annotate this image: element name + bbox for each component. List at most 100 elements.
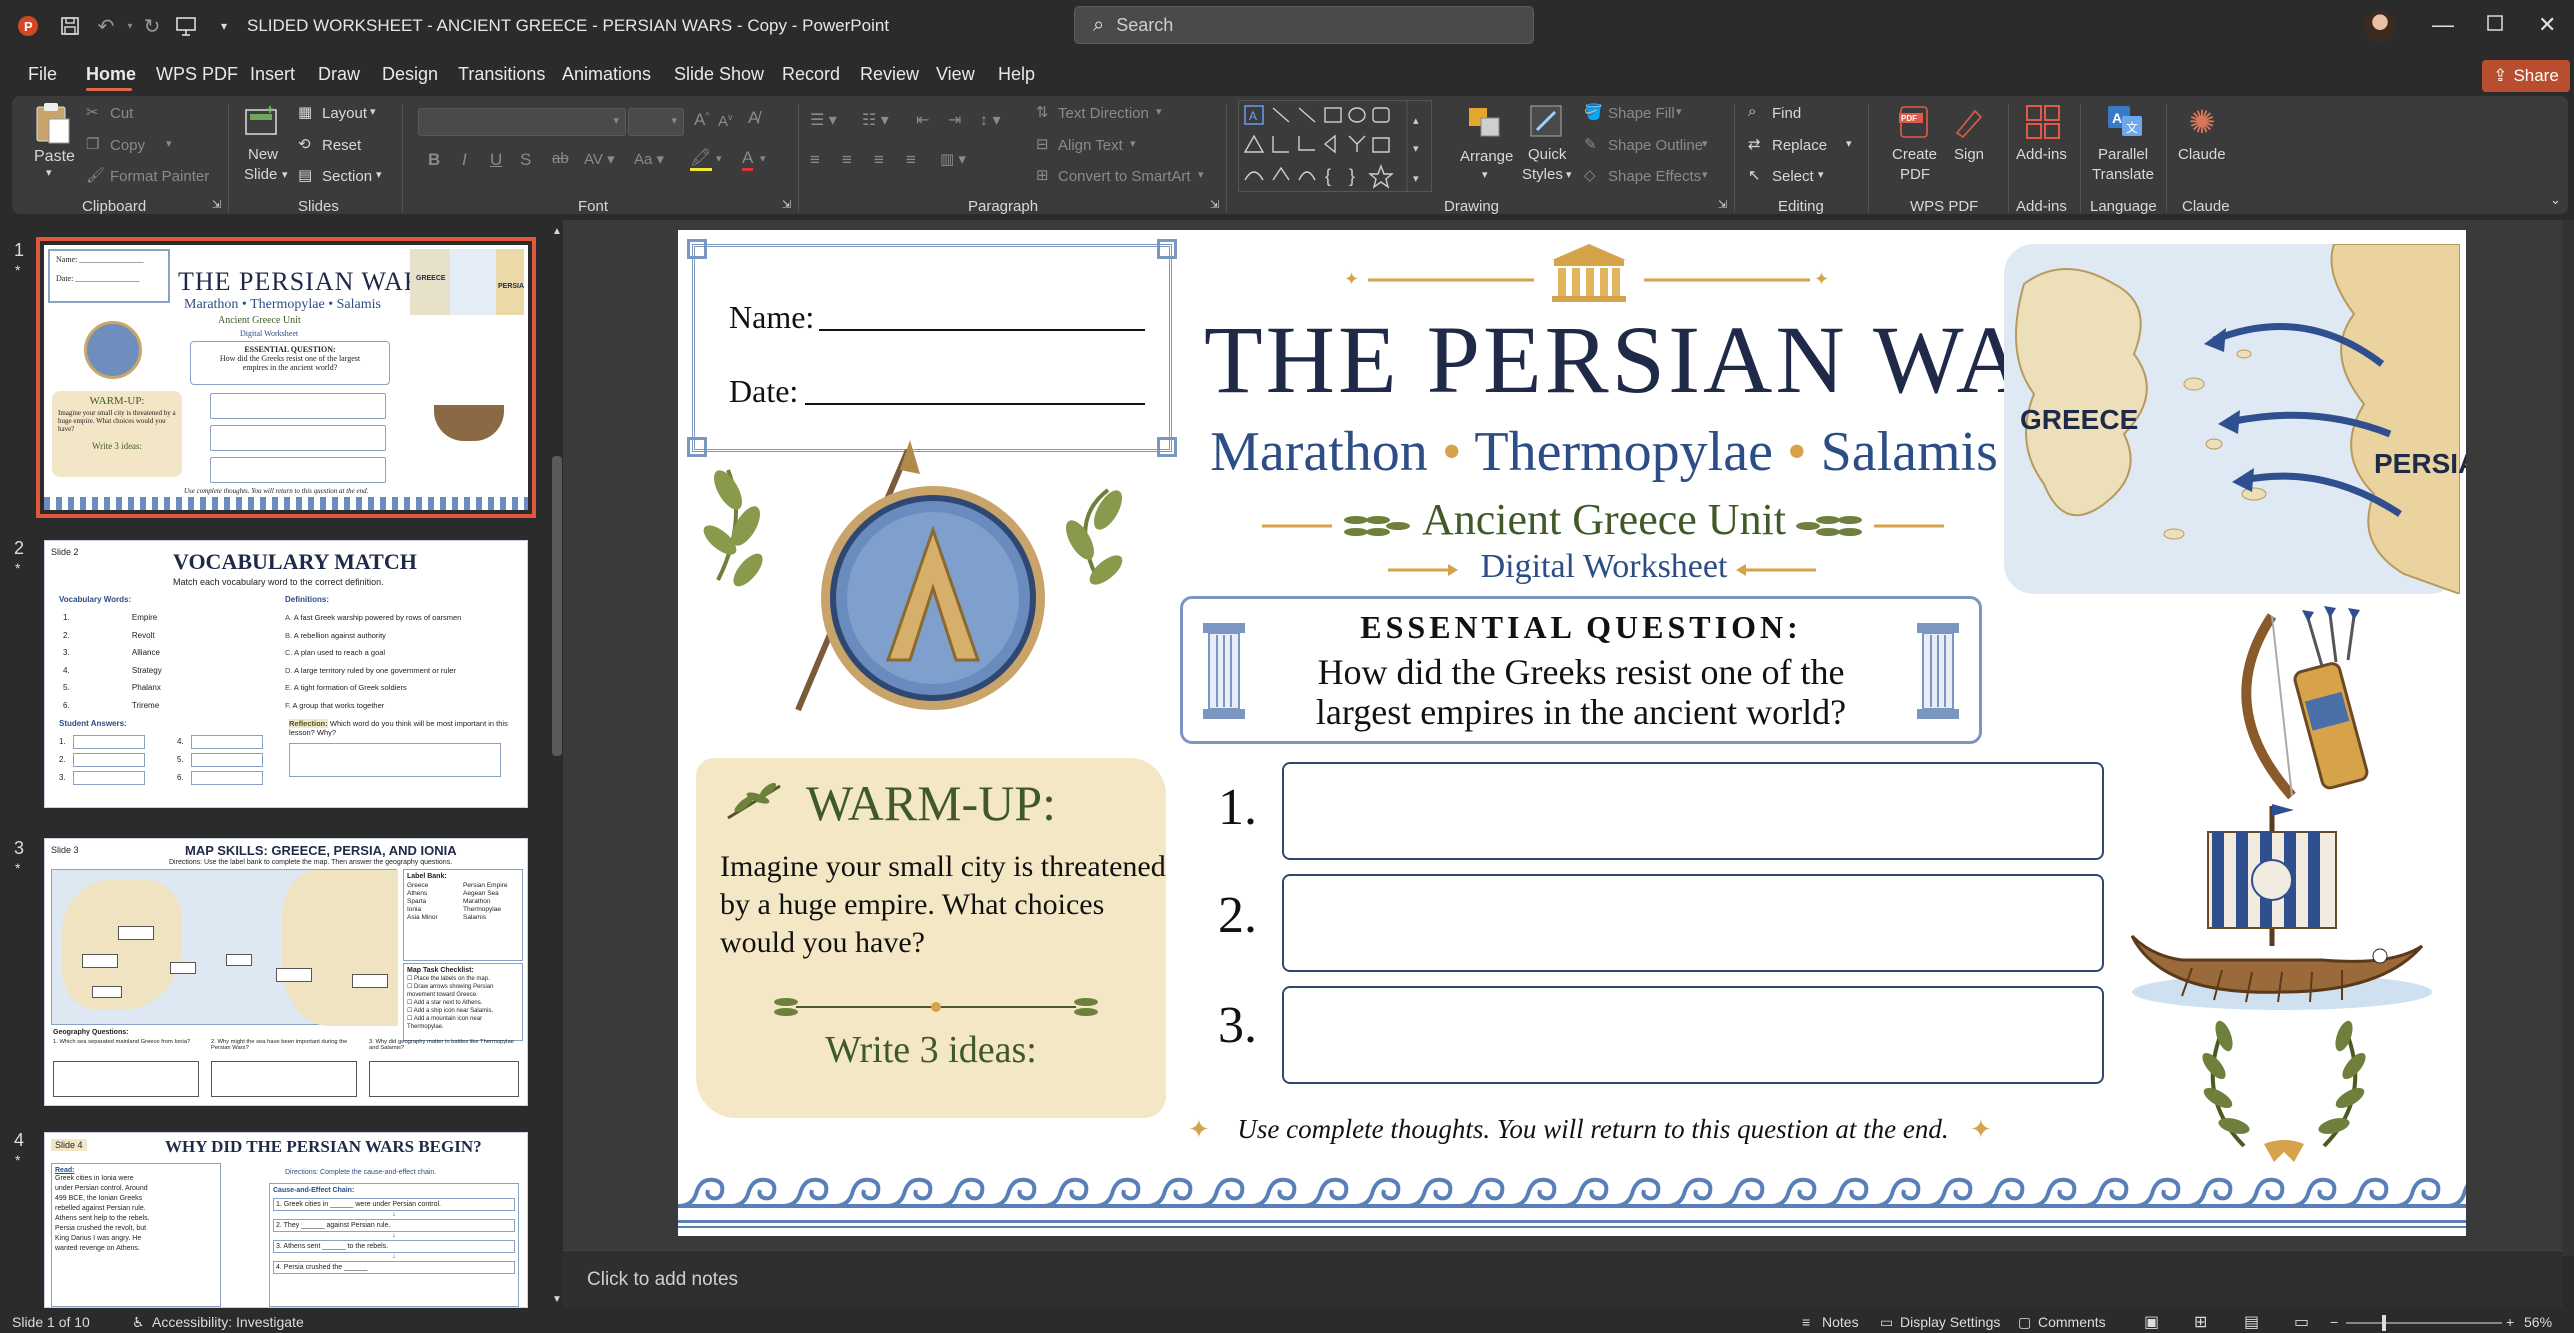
cut-button[interactable]: Cut [110,105,133,122]
section-button[interactable]: Section [322,168,372,185]
text-direction-dropdown-icon[interactable]: ▾ [1156,105,1162,118]
arrange-dropdown-icon[interactable]: ▾ [1482,168,1488,181]
claude-button[interactable]: Claude [2178,146,2226,163]
quick-styles-label-1[interactable]: Quick [1528,146,1566,163]
font-family-select[interactable]: ▾ [418,108,626,136]
slide-1[interactable]: Name: Date: ✦ ✦ THE PERSIAN WARS Maratho… [678,230,2466,1236]
search-input[interactable]: ⌕ Search [1074,6,1534,44]
thumbnail-slide-2[interactable]: Slide 2 VOCABULARY MATCH Match each voca… [44,540,528,808]
zoom-in-icon[interactable]: + [2506,1314,2514,1330]
strikethrough-icon[interactable]: ab [552,150,569,167]
quick-styles-icon[interactable] [1528,102,1566,142]
menu-animations[interactable]: Animations [562,64,651,85]
create-pdf-icon[interactable]: PDF [1896,102,1932,142]
select-dropdown-icon[interactable]: ▾ [1818,168,1824,181]
text-direction-button[interactable]: Text Direction [1058,105,1149,122]
zoom-slider[interactable] [2346,1315,2502,1331]
bullets-icon[interactable]: ☰ ▾ [810,110,837,130]
zoom-slider-thumb[interactable] [2382,1315,2386,1331]
create-pdf-label-2[interactable]: PDF [1900,166,1930,183]
new-slide-dropdown-icon[interactable]: ▾ [282,168,288,181]
shape-fill-button[interactable]: Shape Fill [1608,105,1675,122]
new-slide-label-2[interactable]: Slide [244,166,277,183]
font-color-dropdown-icon[interactable]: ▾ [760,152,766,165]
thumbnail-scroll-up-icon[interactable]: ▲ [552,226,562,237]
menu-insert[interactable]: Insert [250,64,295,85]
italic-icon[interactable]: I [462,150,467,170]
redo-icon[interactable]: ↻ [140,14,164,38]
align-left-icon[interactable]: ≡ [810,150,820,170]
numbering-icon[interactable]: ☷ ▾ [862,110,889,130]
name-field[interactable] [819,329,1145,331]
menu-file[interactable]: File [28,64,57,85]
create-pdf-label-1[interactable]: Create [1892,146,1937,163]
shape-outline-button[interactable]: Shape Outline [1608,137,1703,154]
shape-outline-dropdown-icon[interactable]: ▾ [1702,137,1708,150]
menu-home[interactable]: Home [86,64,136,85]
shape-effects-button[interactable]: Shape Effects [1608,168,1701,185]
format-painter-button[interactable]: Format Painter [110,168,209,185]
columns-icon[interactable]: ▥ ▾ [940,150,966,168]
menu-review[interactable]: Review [860,64,919,85]
layout-dropdown-icon[interactable]: ▾ [370,105,376,118]
font-size-select[interactable]: ▾ [628,108,684,136]
zoom-out-icon[interactable]: − [2330,1314,2338,1330]
customize-toolbar-icon[interactable]: ▾ [212,14,236,38]
highlight-icon[interactable]: 🖍 [690,148,712,171]
text-shadow-icon[interactable]: S [520,150,531,170]
display-settings-button[interactable]: Display Settings [1900,1314,2000,1330]
quick-styles-dropdown-icon[interactable]: ▾ [1566,168,1572,181]
new-slide-label-1[interactable]: New [248,146,278,163]
shape-effects-dropdown-icon[interactable]: ▾ [1702,168,1708,181]
arrange-button[interactable]: Arrange [1460,148,1513,165]
font-launcher-icon[interactable]: ⇲ [782,198,791,211]
paragraph-launcher-icon[interactable]: ⇲ [1210,198,1219,211]
sign-icon[interactable] [1950,102,1986,142]
menu-transitions[interactable]: Transitions [458,64,545,85]
find-button[interactable]: Find [1772,105,1801,122]
comments-button[interactable]: Comments [2038,1314,2106,1330]
align-text-dropdown-icon[interactable]: ▾ [1130,137,1136,150]
parallel-translate-icon[interactable]: A文 [2106,102,2144,142]
replace-button[interactable]: Replace [1772,137,1827,154]
justify-icon[interactable]: ≡ [906,150,916,170]
present-from-start-icon[interactable] [174,14,198,38]
decrease-indent-icon[interactable]: ⇤ [916,110,929,130]
claude-icon[interactable]: ✺ [2184,102,2220,142]
section-dropdown-icon[interactable]: ▾ [376,168,382,181]
thumbnail-slide-1[interactable]: Name: ________________ Date: ___________… [36,237,536,518]
answer-box-2[interactable] [1282,874,2104,972]
close-icon[interactable]: ✕ [2538,12,2556,38]
avatar[interactable] [2364,10,2396,42]
line-spacing-icon[interactable]: ↕ ▾ [980,110,1000,130]
paste-dropdown-icon[interactable]: ▾ [46,166,52,179]
increase-indent-icon[interactable]: ⇥ [948,110,961,130]
convert-smartart-dropdown-icon[interactable]: ▾ [1198,168,1204,181]
reset-button[interactable]: Reset [322,137,361,154]
notes-pane[interactable]: Click to add notes [563,1250,2563,1308]
align-center-icon[interactable]: ≡ [842,150,852,170]
select-button[interactable]: Select [1772,168,1814,185]
addins-icon[interactable] [2024,102,2062,142]
maximize-icon[interactable] [2486,12,2504,38]
menu-design[interactable]: Design [382,64,438,85]
change-case-icon[interactable]: Aa ▾ [634,150,664,168]
paste-icon[interactable] [32,100,72,146]
answer-box-1[interactable] [1282,762,2104,860]
addins-button[interactable]: Add-ins [2016,146,2067,163]
thumbnail-scrollbar[interactable] [552,456,562,756]
accessibility-status[interactable]: Accessibility: Investigate [152,1314,304,1330]
clear-formatting-icon[interactable]: A̸ [748,108,759,128]
highlight-dropdown-icon[interactable]: ▾ [716,152,722,165]
drawing-launcher-icon[interactable]: ⇲ [1718,198,1727,211]
thumbnail-slide-4[interactable]: Slide 4 WHY DID THE PERSIAN WARS BEGIN? … [44,1132,528,1308]
clipboard-launcher-icon[interactable]: ⇲ [212,198,221,211]
convert-smartart-button[interactable]: Convert to SmartArt [1058,168,1191,185]
undo-icon[interactable]: ↶ [94,14,118,38]
shapes-gallery[interactable]: A { } ▴ ▾ ▾ [1238,100,1432,192]
menu-view[interactable]: View [936,64,975,85]
character-spacing-icon[interactable]: AV ▾ [584,150,615,168]
menu-help[interactable]: Help [998,64,1035,85]
quick-styles-label-2[interactable]: Styles [1522,166,1563,183]
menu-wps-pdf[interactable]: WPS PDF [156,64,238,85]
